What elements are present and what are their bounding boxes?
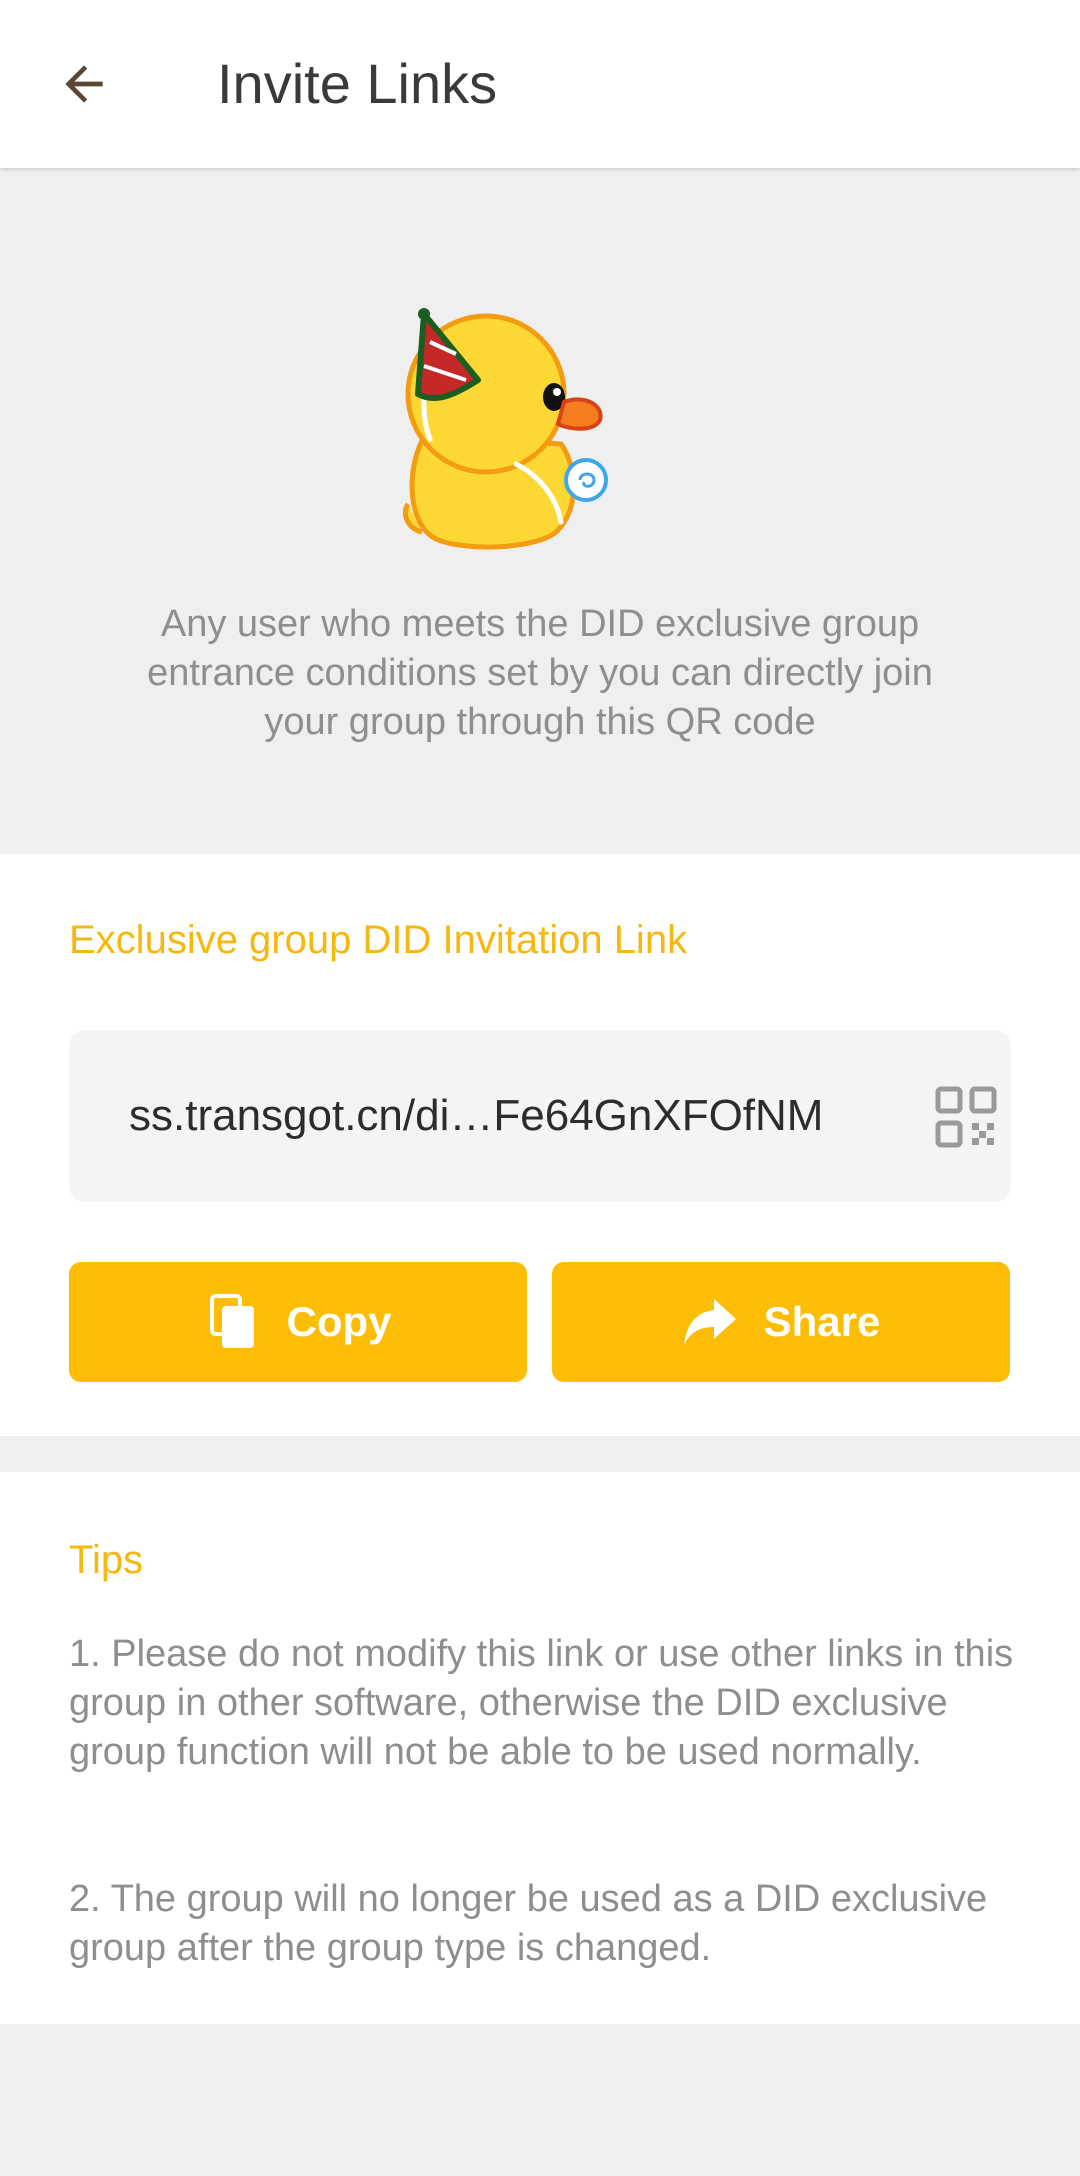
copy-icon [205,1294,261,1350]
hero-description: Any user who meets the DID exclusive gro… [147,603,933,743]
invite-section-title: Exclusive group DID Invitation Link [69,918,688,962]
arrow-left-icon [65,65,103,103]
app-bar: Invite Links [0,0,1080,168]
copy-button-label: Copy [286,1298,392,1345]
back-button[interactable] [44,44,124,124]
party-duck-illustration [402,308,608,550]
qr-code-icon[interactable] [935,1086,997,1148]
page-title: Invite Links [217,52,498,115]
tips-card: Tips 1. Please do not modify this link o… [0,1472,1080,2024]
share-button[interactable]: Share [552,1262,1010,1382]
hero-section: Any user who meets the DID exclusive gro… [0,170,1080,854]
copy-button[interactable]: Copy [69,1262,527,1382]
tips-title: Tips [69,1538,144,1582]
invite-link-field[interactable]: ss.transgot.cn/di…Fe64GnXFOfNM [69,1030,1011,1202]
invite-link-text: ss.transgot.cn/di…Fe64GnXFOfNM [129,1091,824,1140]
tip-item-1: 1. Please do not modify this link or use… [69,1633,1014,1773]
tip-item-2: 2. The group will no longer be used as a… [69,1878,988,1969]
share-icon [682,1294,738,1350]
invite-link-card: Exclusive group DID Invitation Link ss.t… [0,854,1080,1436]
share-button-label: Share [763,1298,881,1345]
